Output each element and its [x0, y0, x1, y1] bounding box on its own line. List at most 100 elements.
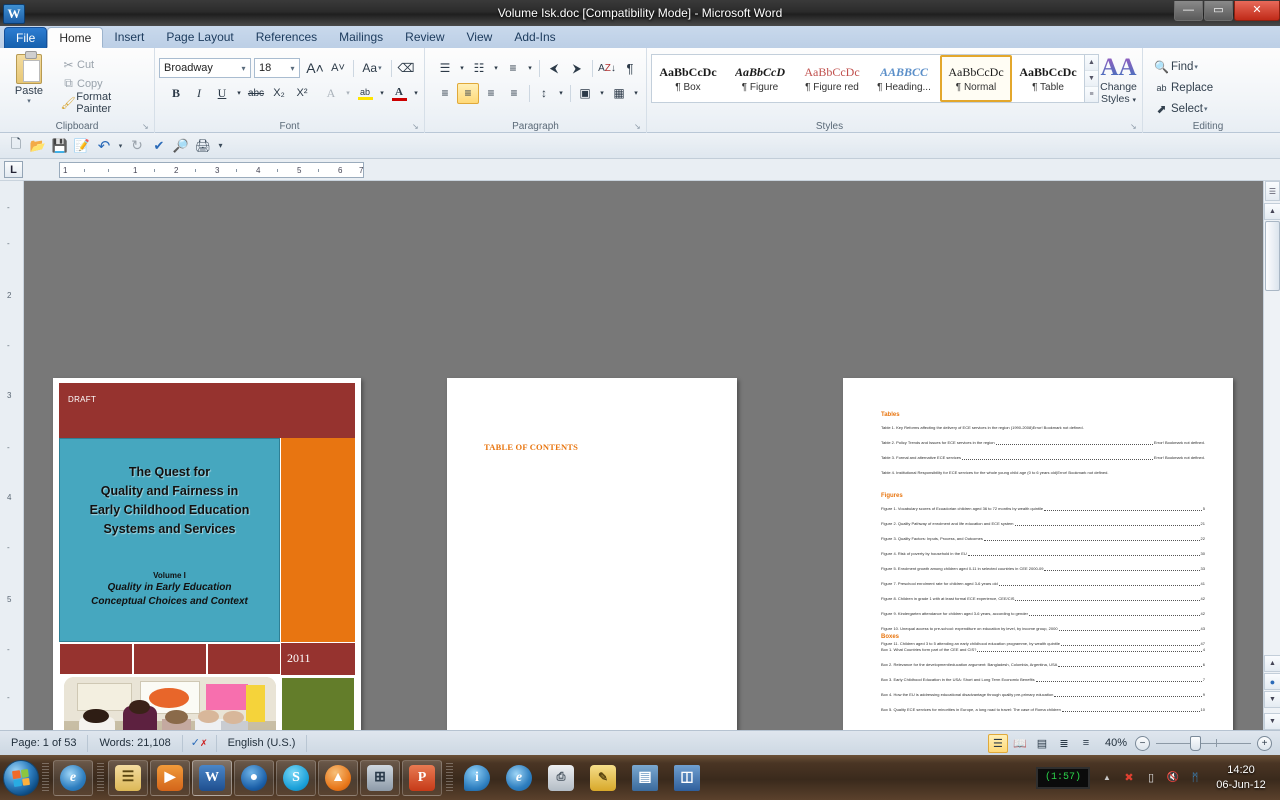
chevron-down-icon[interactable]: ▾ [237, 64, 250, 73]
info-balloon-icon[interactable]: i [457, 760, 497, 796]
calculator-icon[interactable]: ⊞ [360, 759, 400, 796]
tab-insert[interactable]: Insert [103, 27, 155, 48]
tab-home[interactable]: Home [47, 27, 104, 48]
gallery-scroll-down-icon[interactable]: ▼ [1085, 71, 1098, 87]
scrollbar-thumb[interactable] [1265, 221, 1280, 291]
font-color-icon[interactable]: A [388, 83, 410, 104]
style-figure[interactable]: AaBbCcD ¶ Figure [724, 55, 796, 102]
vertical-scrollbar[interactable]: ☰ ▲ ▲ ● ▼ ▼ [1263, 181, 1280, 730]
style-table[interactable]: AaBbCcDc ¶ Table [1012, 55, 1084, 102]
gallery-scroll-up-icon[interactable]: ▲ [1085, 55, 1098, 71]
monitor-tray-icon[interactable]: ▤ [625, 760, 665, 796]
full-screen-reading-view-icon[interactable]: 📖 [1010, 734, 1030, 753]
font-color-dropdown-icon[interactable]: ▾ [411, 83, 421, 104]
zoom-out-button[interactable]: − [1135, 735, 1150, 751]
microsoft-word-icon[interactable]: W [192, 759, 232, 796]
windows-start-orb[interactable] [3, 759, 39, 796]
grow-font-icon[interactable]: A˄ [304, 58, 326, 79]
tab-mailings[interactable]: Mailings [328, 27, 394, 48]
scrollbar-split-handle[interactable]: ☰ [1265, 181, 1280, 201]
document-page-toc[interactable]: TABLE OF CONTENTS [447, 378, 737, 730]
clipboard-dialog-launcher[interactable]: ↘ [142, 122, 151, 131]
print-preview-icon[interactable]: 🔎 [170, 135, 192, 156]
redo-icon[interactable]: ↻ [126, 135, 148, 156]
strikethrough-icon[interactable]: abc [245, 83, 267, 104]
language-bar-indicator[interactable]: (1:57) [1036, 766, 1090, 789]
pen-tray-icon[interactable]: ✎ [583, 760, 623, 796]
bluetooth-icon[interactable]: ᛗ [1186, 769, 1204, 787]
align-center-icon[interactable]: ≡ [457, 82, 479, 104]
numbering-icon[interactable]: ☷ [468, 58, 490, 79]
books-tray-icon[interactable]: ◫ [667, 760, 707, 796]
page-indicator[interactable]: Page: 1 of 53 [0, 734, 89, 752]
minimize-button[interactable]: — [1174, 1, 1203, 21]
underline-dropdown-icon[interactable]: ▾ [234, 83, 244, 104]
network-disconnected-icon[interactable]: ✖ [1120, 769, 1138, 787]
bullets-dropdown-icon[interactable]: ▾ [457, 58, 467, 79]
italic-icon[interactable]: I [188, 83, 210, 104]
tab-references[interactable]: References [245, 27, 328, 48]
skype-icon[interactable]: S [276, 759, 316, 796]
multilevel-dropdown-icon[interactable]: ▾ [525, 58, 535, 79]
shrink-font-icon[interactable]: A˅ [327, 58, 349, 79]
font-name-combo[interactable]: Broadway ▾ [159, 58, 251, 78]
decrease-indent-icon[interactable]: ⮜ [543, 58, 565, 79]
style-normal[interactable]: AaBbCcDc ¶ Normal [940, 55, 1012, 102]
tab-page-layout[interactable]: Page Layout [155, 27, 244, 48]
save-icon[interactable]: 💾 [49, 135, 71, 156]
gallery-more-icon[interactable]: ≡ [1085, 87, 1098, 102]
scroll-down-icon[interactable]: ▼ [1264, 713, 1280, 730]
document-canvas[interactable]: -- 2- 3- 4- 5- - DRAFT The Quest for Qua… [0, 181, 1280, 730]
document-page-cover[interactable]: DRAFT The Quest for Quality and Fairness… [53, 378, 361, 730]
subscript-icon[interactable]: X₂ [268, 83, 290, 104]
tab-review[interactable]: Review [394, 27, 455, 48]
change-case-icon[interactable]: Aa ▾ [357, 58, 387, 79]
text-effects-icon[interactable]: A [320, 83, 342, 104]
zoom-slider[interactable] [1156, 735, 1251, 751]
style-figure-red[interactable]: AaBbCcDc ¶ Figure red [796, 55, 868, 102]
chevron-down-icon[interactable]: ▾ [1194, 63, 1198, 71]
quick-print-icon[interactable]: 🖨 [192, 135, 214, 156]
font-dialog-launcher[interactable]: ↘ [412, 122, 421, 131]
volume-muted-icon[interactable]: 🔇 [1164, 769, 1182, 787]
tray-expand-icon[interactable]: ▲ [1098, 769, 1116, 787]
select-button[interactable]: ⬈ Select ▾ [1147, 98, 1269, 119]
new-document-icon[interactable]: 🗋 [5, 135, 27, 156]
underline-icon[interactable]: U [211, 83, 233, 104]
spelling-errors-icon[interactable]: ✓✗ [183, 734, 217, 752]
superscript-icon[interactable]: X² [291, 83, 313, 104]
font-size-combo[interactable]: 18 ▾ [254, 58, 300, 78]
internet-explorer-icon[interactable]: e [53, 759, 93, 796]
show-formatting-marks-icon[interactable]: ¶ [619, 58, 641, 79]
increase-indent-icon[interactable]: ⮞ [566, 58, 588, 79]
zoom-slider-thumb[interactable] [1190, 735, 1201, 751]
bullets-icon[interactable]: ☰ [434, 58, 456, 79]
tab-file[interactable]: File [4, 27, 48, 48]
powerpoint-icon[interactable]: P [402, 759, 442, 796]
word-count[interactable]: Words: 21,108 [88, 734, 183, 752]
horizontal-ruler[interactable]: 1 1 2 3 4 5 6 7 [59, 161, 364, 178]
replace-button[interactable]: ab Replace [1147, 77, 1269, 98]
page-up-icon[interactable]: ▲ [1264, 655, 1280, 672]
undo-dropdown-icon[interactable]: ▾ [115, 135, 126, 156]
line-spacing-dropdown-icon[interactable]: ▾ [556, 83, 566, 104]
openoffice-icon[interactable]: ● [234, 759, 274, 796]
format-painter-button[interactable]: 🖌 Format Painter [56, 91, 150, 115]
paste-button[interactable]: Paste ▾ [4, 51, 54, 112]
taskbar-clock[interactable]: 14:20 06-Jun-12 [1206, 763, 1276, 793]
maximize-button[interactable]: ▭ [1204, 1, 1233, 21]
document-page-lists[interactable]: Tables Table 1. Key Reforms affecting th… [843, 378, 1233, 730]
taskbar-gripper[interactable] [446, 762, 453, 793]
web-layout-view-icon[interactable]: ▤ [1032, 734, 1052, 753]
media-player-icon[interactable]: ▶ [150, 759, 190, 796]
line-spacing-icon[interactable]: ↕ [533, 83, 555, 104]
numbering-dropdown-icon[interactable]: ▾ [491, 58, 501, 79]
draft-view-icon[interactable]: ≡ [1076, 734, 1096, 753]
find-button[interactable]: 🔍 Find ▾ [1147, 56, 1269, 77]
print-layout-view-icon[interactable]: ☰ [987, 733, 1008, 753]
page-down-icon[interactable]: ▼ [1264, 691, 1280, 708]
close-button[interactable]: ✕ [1234, 1, 1280, 21]
zoom-in-button[interactable]: + [1257, 735, 1272, 751]
customize-qat-icon[interactable]: ▾ [214, 135, 227, 156]
internet-explorer-tray-icon[interactable]: e [499, 760, 539, 796]
